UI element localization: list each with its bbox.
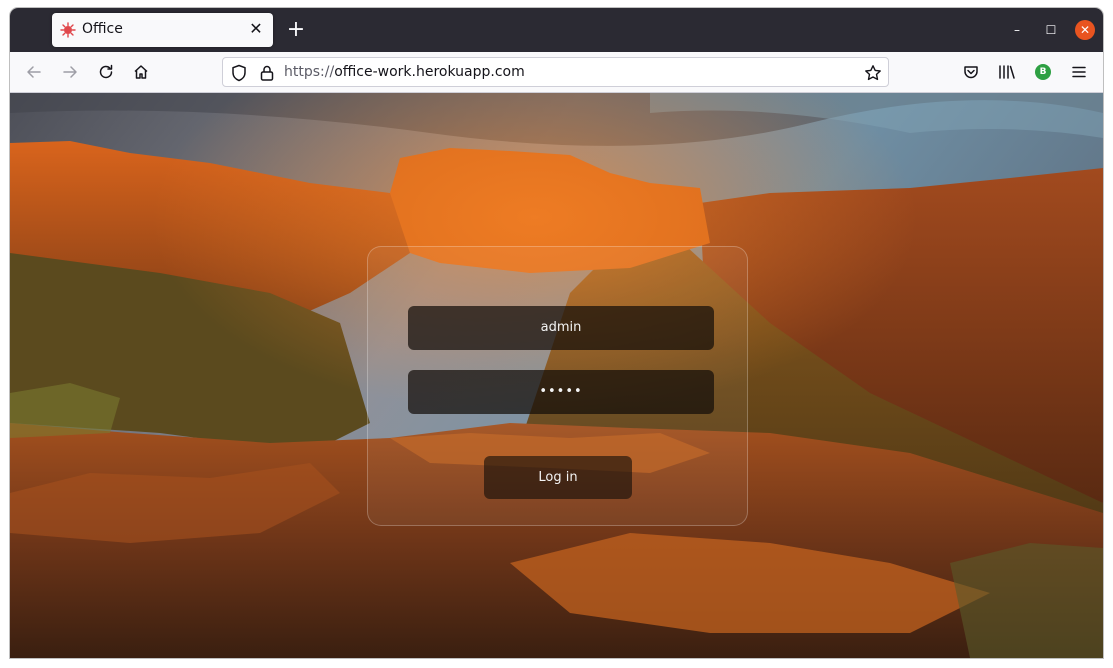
login-panel: admin ••••• Log in: [367, 246, 748, 526]
url-text[interactable]: https://office-work.herokuapp.com: [284, 64, 525, 80]
home-icon: [134, 65, 148, 79]
tab-close-icon[interactable]: ✕: [247, 20, 265, 38]
library-button[interactable]: [997, 62, 1017, 82]
star-icon[interactable]: [864, 64, 882, 82]
password-field[interactable]: •••••: [408, 370, 714, 414]
library-icon: [999, 65, 1015, 79]
browser-titlebar: Office ✕ + – ☐ ✕: [10, 8, 1103, 52]
tab-title: Office: [82, 21, 123, 37]
new-tab-button[interactable]: +: [284, 16, 308, 44]
virus-icon: [60, 22, 76, 38]
home-button[interactable]: [129, 60, 153, 84]
address-bar[interactable]: https://office-work.herokuapp.com: [222, 57, 889, 87]
account-icon: B: [1035, 64, 1051, 80]
hamburger-menu-icon: [1072, 66, 1086, 78]
username-field[interactable]: admin: [408, 306, 714, 350]
browser-window: Office ✕ + – ☐ ✕ https://office-work.her…: [10, 8, 1103, 658]
url-scheme: https://: [284, 64, 335, 80]
url-host: office-work.herokuapp.com: [334, 64, 525, 80]
account-button[interactable]: B: [1033, 62, 1053, 82]
back-arrow-icon: [27, 66, 41, 78]
login-button[interactable]: Log in: [484, 456, 632, 499]
page-content: admin ••••• Log in: [10, 93, 1103, 658]
app-menu-button[interactable]: [1069, 62, 1089, 82]
window-close-button[interactable]: ✕: [1075, 20, 1095, 40]
shield-icon[interactable]: [230, 64, 248, 82]
lock-icon[interactable]: [258, 64, 276, 82]
pocket-icon: [964, 66, 978, 79]
browser-tab[interactable]: Office ✕: [52, 13, 273, 47]
navigation-toolbar: https://office-work.herokuapp.com B: [10, 52, 1103, 93]
window-minimize-button[interactable]: –: [1007, 20, 1027, 40]
reload-icon: [99, 64, 113, 79]
back-button[interactable]: [22, 60, 46, 84]
reload-button[interactable]: [94, 60, 118, 84]
pocket-button[interactable]: [961, 62, 981, 82]
forward-arrow-icon: [63, 66, 77, 78]
window-maximize-button[interactable]: ☐: [1041, 20, 1061, 40]
forward-button[interactable]: [58, 60, 82, 84]
